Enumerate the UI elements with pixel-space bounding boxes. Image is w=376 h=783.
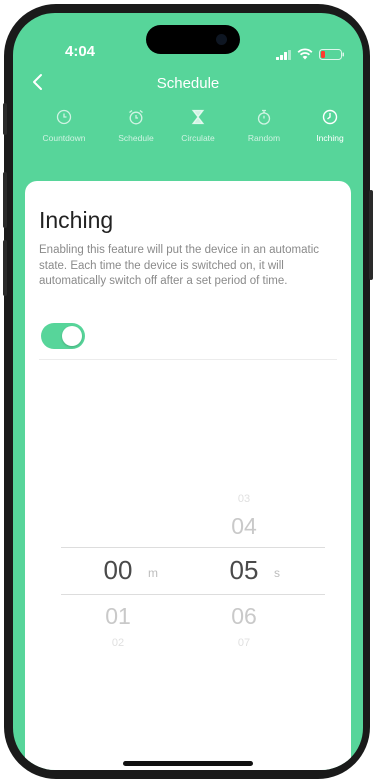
picker-selection-line: [61, 547, 325, 548]
inching-panel: Inching Enabling this feature will put t…: [25, 181, 351, 770]
picker-selection-line: [61, 594, 325, 595]
tab-label: Random: [247, 133, 281, 143]
action-button: [3, 103, 7, 135]
tab-circulate[interactable]: Circulate: [168, 109, 228, 143]
tab-countdown[interactable]: Countdown: [34, 109, 94, 143]
picker-second-option: 03: [237, 493, 251, 505]
dynamic-island: [146, 25, 240, 54]
alarm-clock-icon: [129, 109, 143, 125]
picker-second-option: 06: [231, 603, 257, 629]
picker-minute-option: 01: [105, 603, 131, 629]
tab-inching[interactable]: Inching: [300, 109, 360, 143]
hourglass-icon: [191, 109, 205, 125]
tab-label: Countdown: [42, 133, 86, 143]
timer-icon: [322, 109, 338, 125]
volume-down-button: [3, 240, 7, 296]
tab-schedule[interactable]: Schedule: [106, 109, 166, 143]
panel-description: Enabling this feature will put the devic…: [39, 244, 319, 287]
camera-icon: [216, 34, 227, 45]
panel-heading: Inching: [39, 207, 114, 233]
clock-icon: [56, 109, 72, 125]
tab-label: Schedule: [118, 133, 154, 143]
mode-tabs: Countdown Schedule Circulate Random Inch…: [13, 109, 363, 167]
power-button: [369, 190, 373, 280]
picker-minute-unit: m: [148, 566, 158, 580]
inching-toggle[interactable]: [41, 323, 85, 349]
nav-bar: Schedule: [13, 65, 363, 105]
tab-label: Circulate: [181, 133, 215, 143]
status-bar: 4:04: [13, 13, 363, 63]
page-title: Schedule: [156, 75, 220, 92]
home-indicator[interactable]: [123, 761, 253, 766]
app-screen: 4:04 Schedule Countdown Schedule Circula…: [13, 13, 363, 770]
battery-icon: [319, 49, 344, 60]
tab-label: Inching: [316, 133, 344, 143]
volume-up-button: [3, 172, 7, 228]
picker-minute-option: 02: [111, 637, 125, 649]
status-time: 4:04: [65, 43, 96, 60]
signal-icon: [276, 50, 291, 60]
wifi-icon: [297, 48, 313, 60]
tab-random[interactable]: Random: [234, 109, 294, 143]
stopwatch-icon: [257, 109, 271, 125]
divider: [39, 359, 337, 360]
time-picker[interactable]: 00 m 01 02 03 04 05 s 06 07: [25, 471, 351, 661]
picker-second-option: 04: [231, 513, 257, 539]
picker-second-option: 07: [237, 637, 251, 649]
toggle-knob: [62, 326, 82, 346]
picker-second-unit: s: [274, 566, 280, 580]
picker-second-selected: 05: [229, 555, 259, 585]
picker-minute-selected: 00: [103, 555, 133, 585]
